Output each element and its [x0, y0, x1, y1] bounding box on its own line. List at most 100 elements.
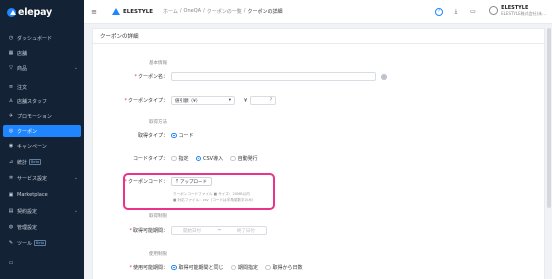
product-icon: ▽: [9, 65, 13, 71]
top-actions: ? ⤓ ▭: [435, 8, 477, 16]
radio-icon: [171, 155, 177, 162]
acquire-period-label: *取得可能期間：: [129, 228, 168, 234]
upload-button[interactable]: ⤒ アップロード: [171, 177, 212, 186]
avatar: [489, 6, 499, 15]
stats-icon: ⊿: [8, 159, 14, 165]
sidebar-item-contract[interactable]: ▤ 契約設定 ⌄: [0, 205, 84, 217]
coupon-code-label: *クーポンコード：: [124, 179, 168, 185]
breadcrumb-current: クーポンの詳細: [247, 9, 283, 15]
acquire-period-range-picker[interactable]: 開始日付 → 終了日付: [171, 226, 267, 235]
sidebar-item-coupon[interactable]: ◎ クーポン: [3, 125, 81, 137]
user-company: ELESTYLE株式会社(未...: [501, 11, 546, 16]
upload-hint-size: クーポンコードファイル ■ サイズ：20MB以内: [173, 192, 250, 196]
download-icon[interactable]: ⤓: [452, 8, 460, 16]
sidebar-item-label: 注文: [17, 84, 28, 91]
radio-selected-icon: [171, 264, 177, 271]
currency-symbol: ¥: [244, 97, 248, 104]
chevron-down-icon: ⌄: [73, 175, 78, 181]
language-icon[interactable]: ▭: [469, 8, 477, 16]
sidebar-item-order[interactable]: ≡ 注文: [0, 81, 84, 93]
upload-icon: ⤒: [176, 179, 178, 185]
sidebar-item-dashboard[interactable]: ◷ ダッシュボード: [0, 32, 84, 44]
brand-name: ELESTYLE: [123, 8, 153, 15]
sidebar-item-store[interactable]: ▦ 店舗: [0, 47, 84, 59]
start-date-input[interactable]: 開始日付: [183, 228, 201, 234]
menu-toggle-icon[interactable]: ≡: [84, 8, 104, 16]
sidebar-item-service-settings[interactable]: ✲ サービス設定 ⌄: [0, 172, 84, 184]
coupon-type-label: *クーポンタイプ：: [124, 98, 168, 104]
workspace-brand[interactable]: ELESTYLE: [112, 8, 153, 15]
acquire-type-code-radio[interactable]: コード: [171, 132, 194, 139]
coupon-name-input[interactable]: [171, 72, 376, 81]
tools-icon: ✎: [8, 240, 14, 246]
sidebar-item-label: ツール: [17, 240, 33, 247]
use-period-specified-radio[interactable]: 期間指定: [230, 264, 258, 271]
sidebar-item-label: 統計: [17, 159, 28, 166]
page-title: クーポンの詳細: [93, 29, 544, 44]
help-icon[interactable]: ?: [435, 8, 443, 16]
marketplace-icon: ▣: [8, 192, 14, 198]
amount-hint: ?: [269, 98, 273, 103]
breadcrumb-coupon-list[interactable]: クーポンの一覧: [207, 8, 242, 15]
breadcrumb-separator: /: [243, 8, 246, 14]
store-icon: ▦: [8, 50, 14, 56]
sidebar-item-label: サービス設定: [17, 175, 48, 182]
sidebar-item-label: Marketplace: [17, 192, 48, 198]
chevron-down-icon: ⌄: [73, 65, 78, 71]
sidebar-item-label: キャンペーン: [17, 143, 47, 150]
dashboard-icon: ◷: [8, 35, 14, 41]
section-acquire-method: 取得方法: [149, 120, 167, 125]
acquire-type-label: 取得タイプ：: [137, 133, 168, 139]
code-type-auto-radio[interactable]: 自動発行: [230, 155, 258, 162]
sidebar-item-label: 商品: [17, 65, 28, 72]
sidebar-item-promotion[interactable]: ✈ プロモーション: [0, 110, 84, 122]
radio-selected-icon: [171, 132, 177, 139]
code-type-label: コードタイプ：: [132, 156, 168, 162]
breadcrumb-home[interactable]: ホーム: [163, 8, 178, 15]
sidebar-item-tools[interactable]: ✎ ツール Beta: [0, 237, 84, 249]
use-period-days-radio[interactable]: 取得から日数: [265, 264, 303, 271]
sidebar-item-label: 店舗: [17, 50, 28, 57]
coupon-type-value: 値引額（¥）: [175, 98, 201, 104]
sidebar-item-campaign[interactable]: ◉ キャンペーン: [0, 140, 84, 152]
code-type-specified-radio[interactable]: 指定: [171, 155, 189, 162]
admin-icon: ◍: [8, 224, 14, 230]
language-icon: ▭: [8, 260, 14, 266]
radio-icon: [230, 155, 236, 162]
use-period-same-radio[interactable]: 取得可能期間と同じ: [171, 264, 224, 271]
coupon-type-select[interactable]: 値引額（¥） ▾: [171, 96, 235, 105]
date-arrow-icon: →: [217, 228, 221, 233]
promotion-icon: ✈: [8, 113, 14, 119]
sidebar: elepay ◷ ダッシュボード ▦ 店舗 ▽ 商品 ⌄ ≡ 注文 ♙ 店舗スタッフ ✈ プロモーション…: [0, 0, 84, 279]
end-date-input[interactable]: 終了日付: [237, 228, 255, 234]
sidebar-item-stats[interactable]: ⊿ 統計 Beta: [0, 156, 84, 168]
elepay-logo-icon: [7, 7, 16, 17]
sidebar-item-label: プロモーション: [17, 113, 52, 120]
top-bar: ≡ ELESTYLE ホーム / OneQA / クーポンの一覧 / クーポンの…: [84, 0, 552, 24]
coupon-name-label: *クーポン名：: [134, 74, 168, 80]
radio-icon: [230, 264, 237, 271]
upload-label: アップロード: [180, 179, 207, 185]
sidebar-item-marketplace[interactable]: ▣ Marketplace: [0, 189, 84, 201]
coupon-icon: ◎: [8, 128, 14, 134]
breadcrumb-oneqa[interactable]: OneQA: [184, 8, 202, 15]
user-menu[interactable]: ELESTYLE ELESTYLE株式会社(未...: [489, 5, 546, 16]
sidebar-item-label: ダッシュボード: [17, 35, 53, 42]
staff-icon: ♙: [8, 98, 14, 104]
page-scrollbar[interactable]: [547, 28, 551, 208]
beta-badge: Beta: [29, 159, 42, 165]
code-type-csv-radio[interactable]: CSV導入: [195, 155, 223, 162]
breadcrumb: ホーム / OneQA / クーポンの一覧 / クーポンの詳細: [163, 8, 285, 15]
coupon-name-help-icon[interactable]: ◌: [381, 73, 387, 80]
sidebar-item-language[interactable]: ▭: [0, 257, 84, 269]
breadcrumb-separator: /: [203, 8, 205, 14]
discount-amount-input[interactable]: ?: [250, 96, 277, 105]
sidebar-item-product[interactable]: ▽ 商品 ⌄: [0, 62, 84, 74]
section-basic-info: 基本情報: [149, 61, 167, 66]
sidebar-item-staff[interactable]: ♙ 店舗スタッフ: [0, 95, 84, 107]
app-logo[interactable]: elepay: [0, 0, 84, 24]
chevron-down-icon: ⌄: [73, 208, 78, 214]
use-period-label: *使用可能期間：: [129, 265, 168, 271]
upload-hint-format: ■ 対応ファイル：csv（コードは半角英数字のみ）: [173, 198, 256, 202]
sidebar-item-admin[interactable]: ◍ 管理設定: [0, 221, 84, 233]
